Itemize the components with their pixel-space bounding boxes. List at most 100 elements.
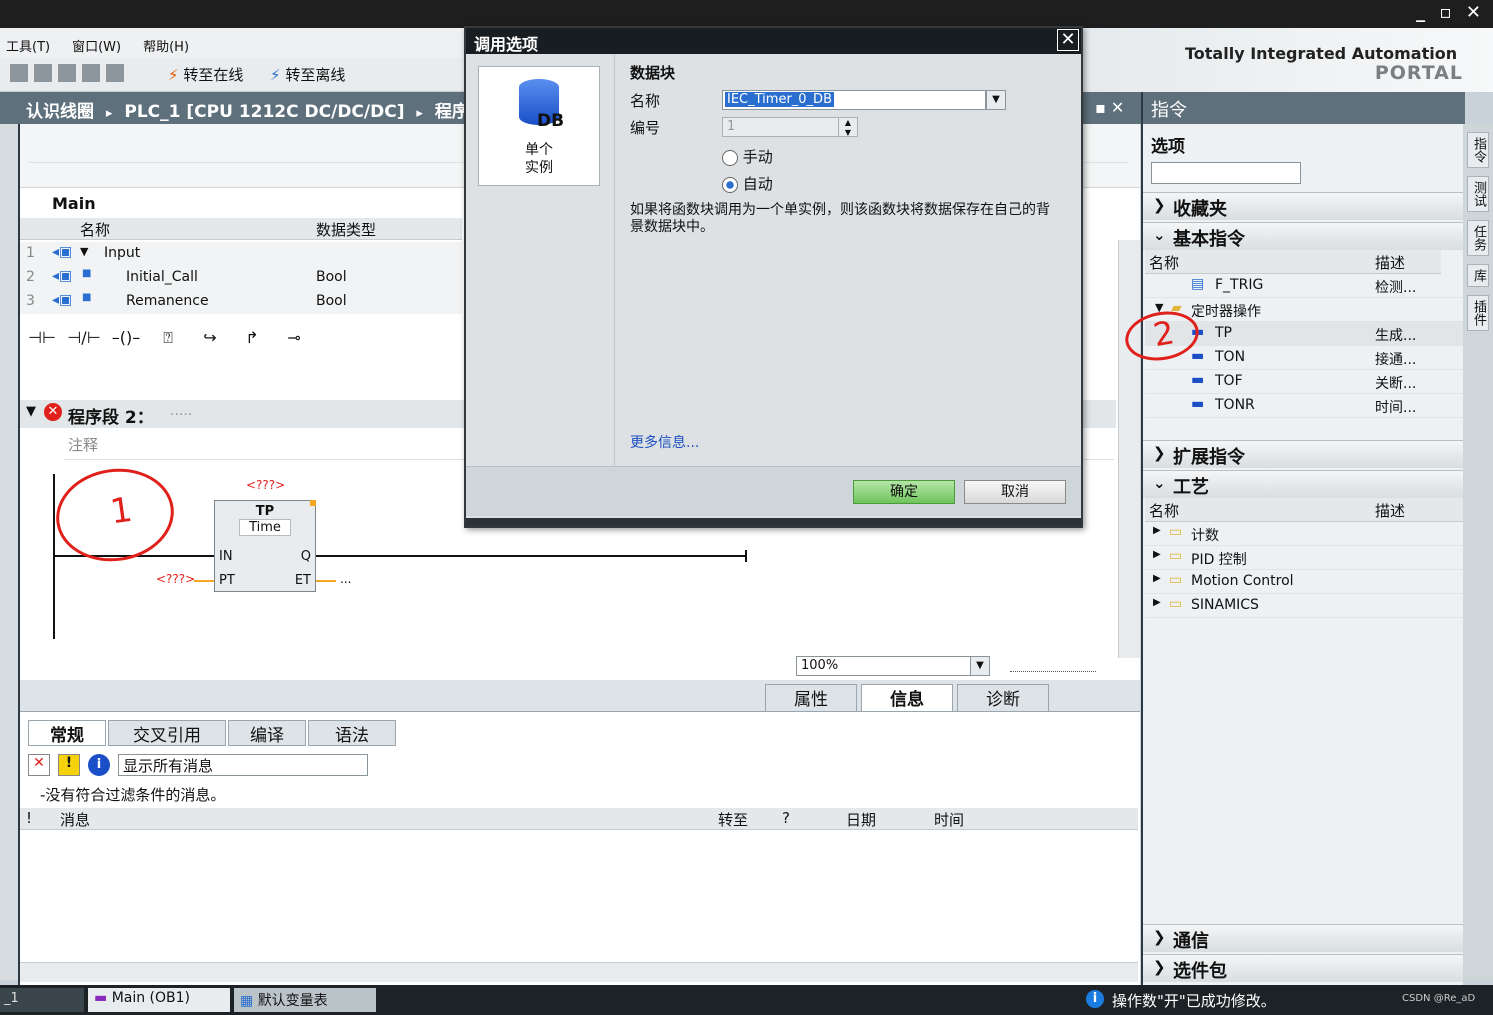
- tab-testing[interactable]: 测试: [1467, 176, 1489, 212]
- more-info-link[interactable]: 更多信息...: [630, 432, 699, 452]
- basic-header: 名称 描述: [1145, 250, 1441, 274]
- warning-filter-icon[interactable]: !: [58, 754, 80, 776]
- tab-compile[interactable]: 编译: [228, 720, 306, 746]
- vertical-scrollbar[interactable]: [1118, 240, 1140, 658]
- breadcrumb: 认识线圈 ▸ PLC_1 [CPU 1212C DC/DC/DC] ▸ 程序块: [0, 92, 465, 124]
- nc-contact-icon[interactable]: ⊣/⊢: [66, 328, 102, 366]
- info-filter-icon[interactable]: i: [88, 754, 110, 776]
- tab-info[interactable]: 信息: [861, 684, 953, 712]
- number-stepper[interactable]: ▲ ▼: [838, 117, 858, 137]
- go-online-button[interactable]: ⚡ 转至在线: [168, 64, 243, 85]
- breadcrumb-blocks[interactable]: 程序块: [435, 102, 465, 122]
- interface-header: 名称 数据类型: [20, 218, 462, 240]
- section-options-package[interactable]: ❯ 选件包: [1143, 954, 1463, 982]
- zoom-select[interactable]: 100%: [796, 656, 990, 676]
- table-row[interactable]: 2 ◂▣ ■ Initial_Call Bool: [20, 266, 462, 290]
- editor-window-controls[interactable]: ▪ ✕: [1083, 92, 1141, 124]
- tp-timer-block[interactable]: TP Time IN Q PT ET: [214, 500, 316, 592]
- breadcrumb-plc[interactable]: PLC_1 [CPU 1212C DC/DC/DC]: [124, 102, 404, 122]
- window-controls[interactable]: _ ▫ ✕: [1416, 2, 1485, 23]
- horizontal-scrollbar[interactable]: [20, 962, 1138, 982]
- list-item[interactable]: ▬ TONR 时间...: [1145, 394, 1463, 418]
- menu-window[interactable]: 窗口(W): [72, 36, 121, 55]
- list-item[interactable]: ▤ F_TRIG 检测...: [1145, 274, 1463, 298]
- toolbar-icon[interactable]: [106, 64, 124, 82]
- list-item[interactable]: ▶ ▭ Motion Control: [1145, 570, 1463, 594]
- close-branch-icon[interactable]: ↱: [234, 328, 270, 366]
- toolbar-icon[interactable]: [10, 64, 28, 82]
- section-favorites[interactable]: ❯ 收藏夹: [1143, 192, 1463, 220]
- menu-tools[interactable]: 工具(T): [6, 36, 50, 55]
- toolbar-icon[interactable]: [34, 64, 52, 82]
- section-comm[interactable]: ❯ 通信: [1143, 924, 1463, 952]
- menu-help[interactable]: 帮助(H): [143, 36, 189, 55]
- table-row[interactable]: 1 ◂▣ ▼ Input: [20, 242, 462, 266]
- function-icon: ▤: [1191, 276, 1205, 292]
- open-branch-icon[interactable]: ↪: [192, 328, 228, 366]
- inspector-window: 属性 信息 诊断 常规 交叉引用 编译 语法 ✕ ! i 显示所有消息 -没有符…: [18, 680, 1140, 985]
- timer-icon: ▬: [1191, 348, 1205, 364]
- list-item[interactable]: ▶ ▭ PID 控制: [1145, 546, 1463, 570]
- search-input[interactable]: [1151, 162, 1301, 184]
- block-subtype[interactable]: Time: [239, 519, 291, 536]
- chevron-down-icon[interactable]: ▼: [970, 656, 990, 676]
- options-title: 选项: [1151, 137, 1185, 157]
- tab-libraries[interactable]: 库: [1467, 264, 1489, 287]
- cancel-button[interactable]: 取消: [964, 480, 1066, 504]
- tab-instructions[interactable]: 指令: [1467, 132, 1489, 168]
- ok-button[interactable]: 确定: [853, 480, 955, 504]
- section-basic[interactable]: ⌄ 基本指令: [1143, 222, 1463, 250]
- tab-general[interactable]: 常规: [28, 720, 106, 746]
- single-instance-option[interactable]: DB 单个 实例: [478, 66, 600, 186]
- chevron-down-icon[interactable]: ▼: [986, 90, 1006, 110]
- section-extended[interactable]: ❯ 扩展指令: [1143, 440, 1463, 468]
- timer-icon: ▬: [1191, 396, 1205, 412]
- list-item[interactable]: ▼ ▰ 定时器操作: [1145, 298, 1463, 322]
- db-name-field[interactable]: IEC_Timer_0_DB: [722, 90, 986, 110]
- no-messages-text: -没有符合过滤条件的消息。: [40, 786, 226, 804]
- status-bar: _1 ▬ Main (OB1) ▦ 默认变量表 i 操作数"开"已成功修改。 C…: [0, 985, 1493, 1015]
- list-item[interactable]: ▬ TON 接通...: [1145, 346, 1463, 370]
- toolbar-icon[interactable]: [58, 64, 76, 82]
- section-tech[interactable]: ⌄ 工艺: [1143, 470, 1463, 498]
- table-row[interactable]: 3 ◂▣ ■ Remanence Bool: [20, 290, 462, 314]
- lad-toolbar: ⊣⊢ ⊣/⊢ –()– ⍰ ↪ ↱ ⊸: [24, 328, 324, 366]
- pt-placeholder[interactable]: <???>: [156, 572, 195, 586]
- block-interface-title: Main: [52, 194, 96, 213]
- empty-box-icon[interactable]: ⍰: [150, 328, 186, 366]
- list-item[interactable]: ▶ ▭ 计数: [1145, 522, 1463, 546]
- list-item[interactable]: ▶ ▭ SINAMICS: [1145, 594, 1463, 618]
- zoom-slider[interactable]: [1010, 660, 1096, 672]
- breadcrumb-project[interactable]: 认识线圈: [26, 102, 94, 122]
- message-filter-select[interactable]: 显示所有消息: [118, 754, 368, 776]
- radio-auto[interactable]: 自动: [722, 173, 773, 194]
- connection-icon[interactable]: ⊸: [276, 328, 312, 366]
- tia-portal: PORTAL: [1374, 62, 1463, 84]
- et-placeholder[interactable]: ...: [340, 572, 351, 586]
- error-icon: ✕: [44, 403, 62, 421]
- instance-placeholder[interactable]: <???>: [246, 478, 285, 492]
- folder-icon: ▭: [1169, 524, 1183, 540]
- tab-addins[interactable]: 插件: [1467, 295, 1489, 331]
- list-item[interactable]: ▬ TOF 关断...: [1145, 370, 1463, 394]
- tab-tasks[interactable]: 任务: [1467, 220, 1489, 256]
- tab-diagnostics[interactable]: 诊断: [957, 684, 1049, 712]
- tab-cross-ref[interactable]: 交叉引用: [108, 720, 226, 746]
- error-filter-icon[interactable]: ✕: [28, 754, 50, 776]
- toolbar-icon[interactable]: [82, 64, 100, 82]
- tab-properties[interactable]: 属性: [765, 684, 857, 712]
- close-icon[interactable]: ✕: [1057, 29, 1079, 51]
- collapse-icon[interactable]: ▼: [80, 245, 88, 258]
- coil-icon[interactable]: –()–: [108, 328, 144, 366]
- collapse-icon[interactable]: ▼: [26, 404, 36, 419]
- tab-syntax[interactable]: 语法: [308, 720, 396, 746]
- radio-manual[interactable]: 手动: [722, 146, 773, 167]
- editor-tab-tags[interactable]: ▦ 默认变量表: [234, 988, 376, 1012]
- bullet-icon: ■: [82, 268, 92, 279]
- ob-icon: ▬: [94, 990, 108, 1006]
- no-contact-icon[interactable]: ⊣⊢: [24, 328, 60, 366]
- tia-portal-banner: Totally Integrated Automation PORTAL: [1083, 28, 1493, 92]
- editor-tab-main[interactable]: ▬ Main (OB1): [88, 988, 230, 1012]
- left-collapsed-strip[interactable]: [0, 124, 18, 980]
- go-offline-button[interactable]: ⚡ 转至离线: [270, 64, 345, 85]
